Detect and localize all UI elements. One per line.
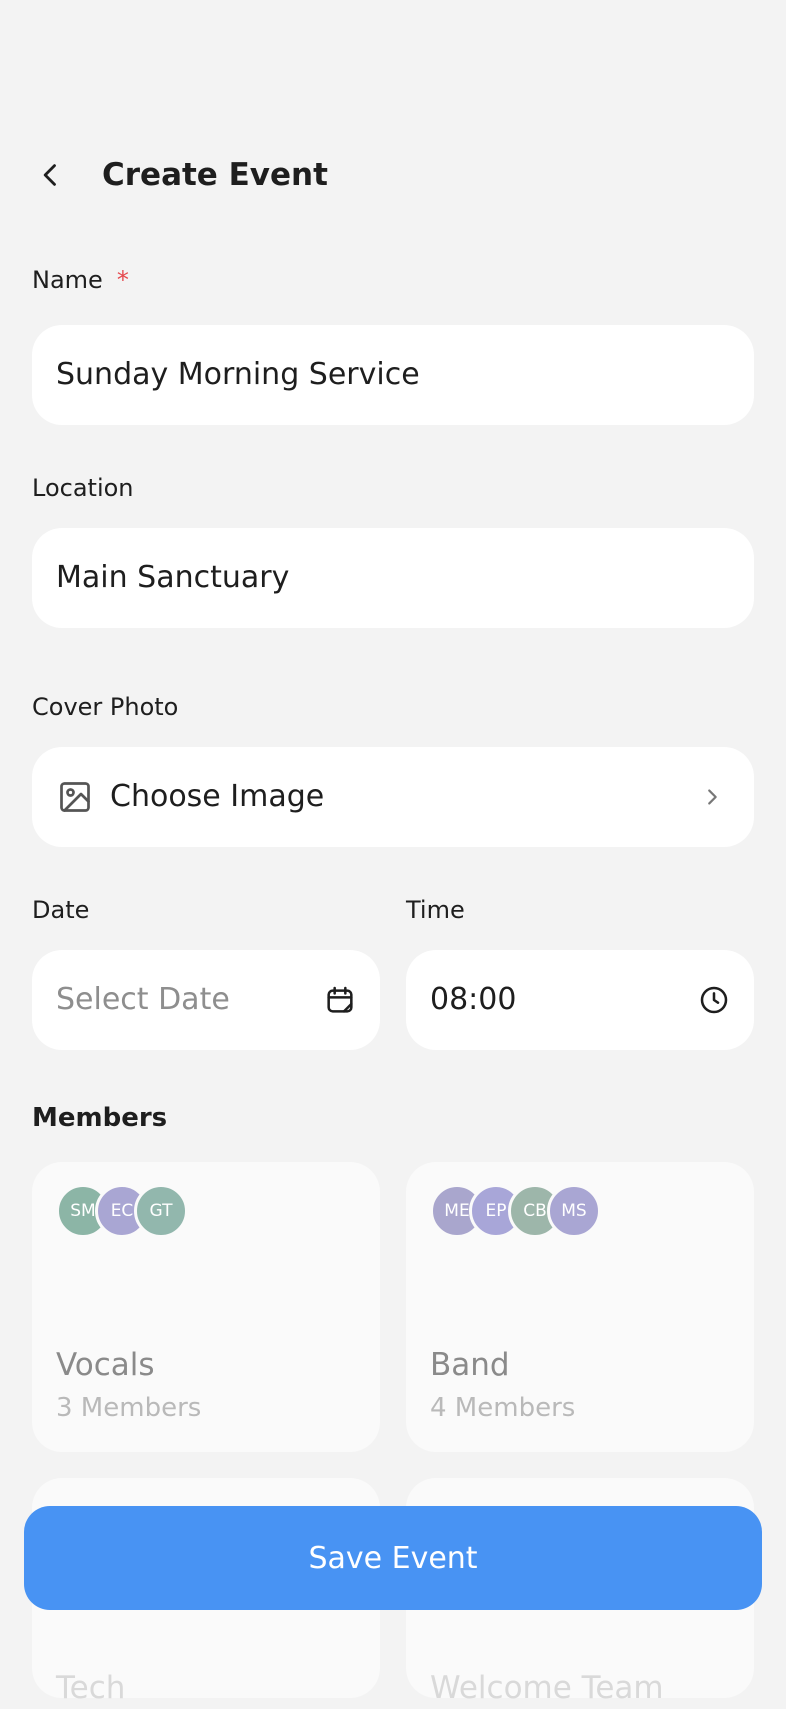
header: Create Event <box>0 140 786 210</box>
avatar: MS <box>547 1184 601 1238</box>
team-name: Band <box>430 1347 510 1383</box>
team-card-vocals[interactable]: SM EC GT Vocals 3 Members <box>32 1162 380 1452</box>
clock-icon <box>698 984 730 1016</box>
back-button[interactable] <box>30 154 72 196</box>
name-input-value: Sunday Morning Service <box>56 357 420 392</box>
name-label: Name * <box>32 264 129 296</box>
time-value: 08:00 <box>430 982 517 1017</box>
chevron-right-icon <box>696 781 728 813</box>
date-picker[interactable]: Select Date <box>32 950 380 1050</box>
avatar-initials: CB <box>523 1201 547 1221</box>
avatar-initials: MS <box>561 1201 587 1221</box>
team-name: Tech <box>56 1670 126 1706</box>
team-member-count: 3 Members <box>56 1393 202 1423</box>
time-label: Time <box>406 896 465 924</box>
location-input-value: Main Sanctuary <box>56 560 290 595</box>
name-label-text: Name <box>32 266 103 294</box>
avatar-initials: GT <box>149 1201 173 1221</box>
members-section-title: Members <box>32 1103 168 1133</box>
avatar-initials: SM <box>70 1201 96 1221</box>
team-name: Welcome Team <box>430 1670 664 1706</box>
avatar-initials: EP <box>485 1201 507 1221</box>
page-title: Create Event <box>102 157 328 193</box>
choose-image-button[interactable]: Choose Image <box>32 747 754 847</box>
location-field[interactable]: Main Sanctuary <box>32 528 754 628</box>
chevron-left-icon <box>43 164 56 186</box>
avatar-initials: EC <box>110 1201 134 1221</box>
location-label: Location <box>32 474 134 502</box>
save-event-button[interactable]: Save Event <box>24 1506 762 1610</box>
date-label: Date <box>32 896 90 924</box>
team-member-count: 4 Members <box>430 1393 576 1423</box>
create-event-screen: Create Event Name * Sunday Morning Servic… <box>0 0 786 1709</box>
choose-image-label: Choose Image <box>110 779 325 814</box>
avatar: GT <box>134 1184 188 1238</box>
avatar-group: SM EC GT <box>56 1184 188 1238</box>
cover-photo-label: Cover Photo <box>32 693 179 721</box>
avatar-initials: ME <box>444 1201 470 1221</box>
required-asterisk: * <box>116 266 129 294</box>
time-picker[interactable]: 08:00 <box>406 950 754 1050</box>
calendar-icon <box>324 984 356 1016</box>
date-placeholder: Select Date <box>56 982 230 1017</box>
image-icon <box>56 778 94 816</box>
team-name: Vocals <box>56 1347 155 1383</box>
team-card-band[interactable]: ME EP CB MS Band 4 Members <box>406 1162 754 1452</box>
avatar-group: ME EP CB MS <box>430 1184 601 1238</box>
name-field[interactable]: Sunday Morning Service <box>32 325 754 425</box>
